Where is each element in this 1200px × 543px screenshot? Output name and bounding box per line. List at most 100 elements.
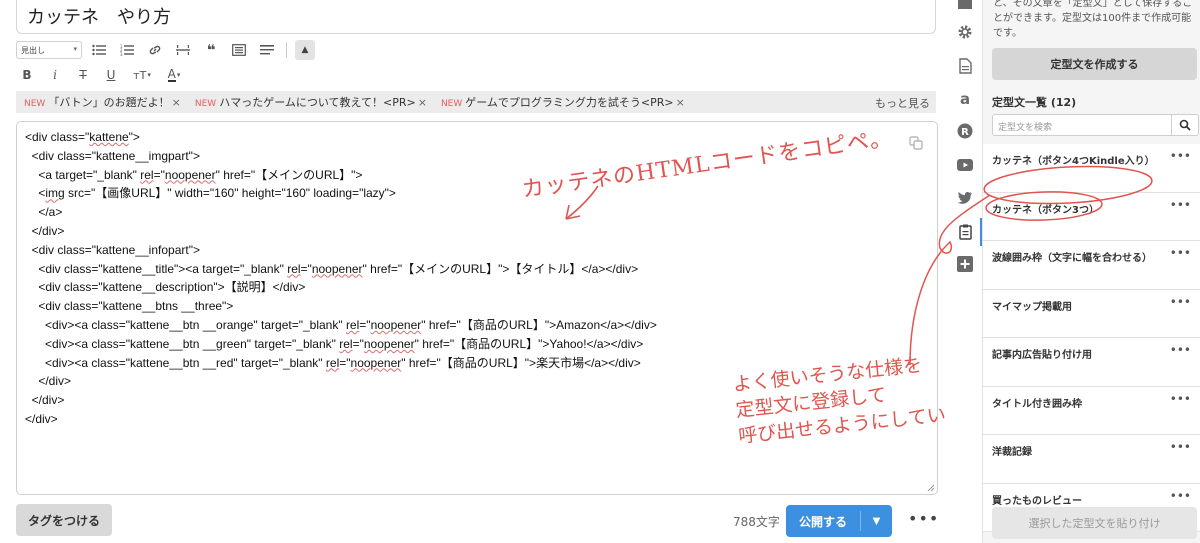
heading-select-label: 見出し (21, 46, 45, 55)
r-badge-icon[interactable]: R (957, 123, 973, 139)
item-menu-button[interactable]: ••• (1170, 198, 1191, 212)
add-tag-button[interactable]: タグをつける (16, 504, 112, 536)
template-name: 買ったものレビュー (992, 495, 1082, 507)
topic-suggestion-bar: NEW 「バトン」のお題だよ！ × NEW ハマったゲームについて教えて！<PR> × … (16, 91, 936, 113)
template-name: 洋裁記録 (992, 447, 1032, 458)
search-icon[interactable] (1171, 114, 1199, 136)
youtube-icon[interactable] (957, 157, 973, 173)
link-icon[interactable] (144, 41, 166, 59)
template-name: カッテネ（ボタン3つ） (992, 204, 1099, 216)
template-item[interactable]: タイトル付き囲み枠 ••• (983, 386, 1200, 435)
topic-text: ゲームでプログラミング力を試そう<PR> (465, 96, 674, 109)
underline-button[interactable]: U (100, 66, 122, 84)
template-item[interactable]: 洋裁記録 ••• (983, 435, 1200, 484)
clipboard-icon[interactable] (957, 224, 973, 240)
item-menu-button[interactable]: ••• (1170, 440, 1191, 454)
code-line: </div> (25, 223, 65, 238)
template-item[interactable]: カッテネ（ボタン4つKindle入り） ••• (983, 144, 1200, 193)
document-icon[interactable] (957, 58, 973, 74)
close-icon[interactable]: × (418, 96, 427, 109)
item-menu-button[interactable]: ••• (1170, 295, 1191, 309)
text-color-label: A (167, 67, 176, 82)
template-item[interactable]: 記事内広告貼り付け用 ••• (983, 338, 1200, 387)
template-name: カッテネ（ボタン4つKindle入り） (992, 156, 1155, 167)
horizontal-rule-icon[interactable] (172, 41, 194, 59)
template-panel: と、その文章を「定型文」として保存することができます。定型文は100件まで作成可… (982, 0, 1200, 543)
template-name: タイトル付き囲み枠 (992, 398, 1082, 410)
topic-text: ハマったゲームについて教えて！<PR> (219, 96, 416, 109)
plus-icon[interactable] (957, 256, 973, 272)
quote-icon[interactable]: ❝ (200, 41, 222, 59)
code-line: <div><a class="kattene__btn __red" targe… (25, 355, 641, 370)
font-size-label: тT (133, 68, 147, 82)
amazon-icon[interactable]: a (957, 90, 973, 108)
template-item[interactable]: マイマップ掲載用 ••• (983, 289, 1200, 338)
more-options-button[interactable]: ••• (908, 509, 939, 528)
new-badge: NEW (194, 99, 217, 109)
square-icon[interactable] (957, 0, 973, 12)
template-item[interactable]: 波線囲み枠（文字に幅を合わせる） ••• (983, 241, 1200, 290)
code-line: </div> (25, 374, 72, 389)
panel-description: と、その文章を「定型文」として保存することができます。定型文は100件まで作成可… (993, 0, 1193, 39)
paste-template-button[interactable]: 選択した定型文を貼り付け (992, 507, 1197, 539)
item-menu-button[interactable]: ••• (1170, 246, 1191, 260)
unordered-list-icon[interactable] (88, 41, 110, 59)
toolbar-divider (286, 42, 287, 58)
resize-handle[interactable] (927, 484, 935, 492)
code-line: <div class="kattene__title"><a target="_… (25, 261, 639, 276)
svg-text:R: R (961, 127, 969, 138)
new-badge: NEW (440, 99, 463, 109)
text-color-button[interactable]: A ▾ (162, 66, 186, 84)
topic-suggestion[interactable]: NEW ハマったゲームについて教えて！<PR> × (195, 94, 427, 110)
item-menu-button[interactable]: ••• (1170, 489, 1191, 503)
editor-area: カッテネ やり方 見出し ▾ 123 ❝ ▲ B i T U тT ▾ A ▾ … (0, 0, 1002, 543)
close-icon[interactable]: × (172, 96, 181, 109)
topic-text: 「バトン」のお題だよ！ (48, 96, 170, 109)
code-line: <div class="kattene__btns __three"> (25, 299, 234, 314)
title-input[interactable]: カッテネ やり方 (16, 0, 936, 34)
code-line: <div class="kattene__imgpart"> (25, 148, 200, 163)
create-template-button[interactable]: 定型文を作成する (992, 48, 1197, 80)
svg-text:3: 3 (120, 52, 123, 56)
code-line: <div class="kattene"> (25, 130, 140, 144)
toolbar-row-2: B i T U тT ▾ A ▾ (16, 65, 186, 85)
item-menu-button[interactable]: ••• (1170, 343, 1191, 357)
gear-icon[interactable] (957, 24, 973, 40)
heading-select[interactable]: 見出し ▾ (16, 41, 82, 59)
template-name: 記事内広告貼り付け用 (992, 350, 1092, 361)
template-item[interactable]: カッテネ（ボタン3つ） ••• (983, 192, 1200, 241)
publish-button[interactable]: 公開する ▼ (786, 505, 892, 537)
sidebar-icon-strip: a R (946, 0, 983, 543)
table-icon[interactable] (228, 41, 250, 59)
chevron-up-icon[interactable]: ▲ (295, 40, 315, 60)
code-line: <div class="kattene__description">【説明】</… (25, 280, 306, 295)
item-menu-button[interactable]: ••• (1170, 149, 1191, 163)
template-name: マイマップ掲載用 (992, 301, 1072, 313)
bold-button[interactable]: B (16, 66, 38, 84)
character-count: 788文字 (733, 515, 780, 529)
italic-button[interactable]: i (44, 66, 66, 84)
topic-suggestion[interactable]: NEW 「バトン」のお題だよ！ × (24, 94, 181, 110)
chevron-down-icon[interactable]: ▼ (861, 516, 892, 527)
ordered-list-icon[interactable]: 123 (116, 41, 138, 59)
editor-footer: タグをつける 788文字 公開する ▼ ••• (0, 503, 946, 543)
chevron-down-icon: ▾ (73, 45, 77, 53)
template-list: カッテネ（ボタン4つKindle入り） ••• カッテネ（ボタン3つ） ••• 波線… (983, 144, 1200, 532)
strikethrough-button[interactable]: T (72, 66, 94, 84)
topic-suggestion[interactable]: NEW ゲームでプログラミング力を試そう<PR> × (441, 94, 685, 110)
more-format-icon[interactable] (256, 41, 278, 59)
template-name: 波線囲み枠（文字に幅を合わせる） (992, 253, 1152, 264)
new-badge: NEW (24, 99, 46, 109)
code-line: </div> (25, 411, 58, 426)
code-line: <div><a class="kattene__btn __orange" ta… (25, 317, 657, 332)
code-line: <div><a class="kattene__btn __green" tar… (25, 336, 644, 351)
copy-icon[interactable] (909, 136, 923, 150)
template-search-input[interactable]: 定型文を検索 (992, 114, 1180, 136)
item-menu-button[interactable]: ••• (1170, 392, 1191, 406)
close-icon[interactable]: × (676, 96, 685, 109)
publish-label: 公開する (798, 514, 847, 529)
more-topics-link[interactable]: もっと見る (875, 95, 930, 111)
code-line: </a> (25, 205, 63, 220)
font-size-button[interactable]: тT ▾ (128, 66, 156, 84)
twitter-icon[interactable] (957, 190, 973, 206)
